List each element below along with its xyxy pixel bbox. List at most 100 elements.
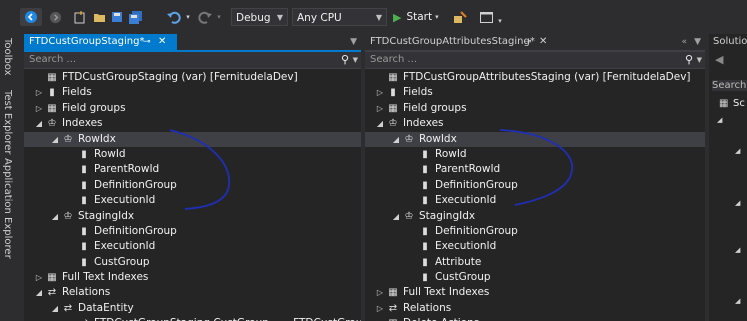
expand-icon[interactable]: ▷ (375, 316, 385, 321)
tree-node[interactable]: ▦ FTDCustGroupAttributesStaging (var) [Fe… (365, 70, 705, 85)
collapse-icon[interactable]: ◢ (50, 209, 60, 224)
close-icon[interactable]: ✕ (539, 34, 547, 50)
tree-node[interactable]: ▮ DefinitionGroup (365, 178, 705, 193)
tree-node[interactable]: ▮ RowId (24, 147, 361, 162)
tree-node[interactable]: ▮ ExecutionId (24, 239, 361, 254)
expand-icon[interactable]: ▷ (375, 101, 385, 116)
tree-node[interactable]: ◢ ♔ Indexes (24, 116, 361, 131)
tree-node[interactable]: ▮ CustGroup (365, 270, 705, 285)
tree-node[interactable]: ▷ ⇄ Relations (365, 301, 705, 316)
platform-select[interactable]: Any CPU ▼ (292, 8, 387, 26)
node-type-icon: ▮ (49, 87, 55, 99)
start-button[interactable]: ▶ Start ▾ (393, 8, 445, 26)
tree-node[interactable]: ◢ ⇄ DataEntity (24, 301, 361, 316)
right-search-box[interactable]: Search ... ⚲ ▼ (365, 52, 705, 69)
search-icon[interactable]: ⚲ (341, 53, 349, 66)
expand-icon[interactable]: ◢ (735, 246, 740, 254)
tree-node[interactable]: ▮ ExecutionId (365, 239, 705, 254)
collapse-icon[interactable]: ◢ (50, 301, 60, 316)
tree-node[interactable]: ◢ ⇄ Relations (24, 285, 361, 300)
tree-node[interactable]: ▮ Attribute (365, 255, 705, 270)
search-input[interactable]: Search ... (29, 53, 76, 67)
expand-icon[interactable]: ◢ (735, 297, 740, 305)
collapse-icon[interactable]: ◢ (50, 132, 60, 147)
tree-node[interactable]: ▮ DefinitionGroup (365, 224, 705, 239)
tree-node[interactable]: ▮ RowId (365, 147, 705, 162)
new-project-icon[interactable] (73, 8, 87, 26)
node-type-icon: ▦ (47, 272, 57, 284)
close-icon[interactable]: ✕ (158, 34, 166, 50)
solution-explorer-title[interactable]: Solutio (713, 36, 747, 47)
tree-node[interactable]: ⇄ FTDCustGroupStaging.CustGroup == FTDCus… (24, 316, 361, 321)
tree-node[interactable]: ▷ ▦ Full Text Indexes (365, 285, 705, 300)
pin-icon[interactable]: ⊸ (143, 34, 151, 50)
solution-search[interactable]: Search (712, 80, 747, 91)
tree-node[interactable]: ◢ ♔ StagingIdx (24, 209, 361, 224)
tree-node[interactable]: ▮ DefinitionGroup (24, 224, 361, 239)
node-type-icon: ▮ (81, 256, 87, 268)
back-icon[interactable]: ◀ (715, 53, 723, 66)
tree-node[interactable]: ▷ ▦ Field groups (24, 101, 361, 116)
side-tab-toolbox[interactable]: Toolbox (2, 38, 13, 76)
tree-node[interactable]: ▷▦ Delete Actions (365, 316, 705, 321)
tree-node[interactable]: ▮ ExecutionId (365, 193, 705, 208)
tab-list-dropdown-icon[interactable]: ▼ (694, 34, 701, 50)
search-icon[interactable]: ⚲ (685, 53, 693, 66)
tree-node[interactable]: ▦ FTDCustGroupStaging (var) [FernitudelaD… (24, 70, 361, 85)
open-icon[interactable] (92, 8, 106, 26)
collapse-icon[interactable]: ◢ (34, 116, 44, 131)
tree-node[interactable]: ▮ ParentRowId (365, 162, 705, 177)
tree-node[interactable]: ▷ ▦ Full Text Indexes (24, 270, 361, 285)
tree-node[interactable]: ▷ ▮ Fields (365, 85, 705, 100)
tab-list-dropdown-icon[interactable]: ▼ (350, 34, 357, 50)
expand-icon[interactable]: ▷ (34, 270, 44, 285)
chevron-down-icon[interactable]: ▼ (353, 53, 358, 67)
tab-ftdcustgroupattributesstaging[interactable]: FTDCustGroupAttributesStaging* ⊸ ✕ (365, 34, 556, 50)
toolbar-overflow-icon[interactable]: ▾ (496, 12, 504, 30)
tree-node[interactable]: ◢ ♔ RowIdx (365, 131, 705, 147)
redo-icon[interactable] (197, 8, 213, 26)
window-icon[interactable] (478, 8, 494, 26)
collapse-icon[interactable]: ◢ (391, 209, 401, 224)
chevron-down-icon[interactable]: ▼ (697, 53, 702, 67)
collapse-icon[interactable]: ◢ (375, 116, 385, 131)
redo-dropdown-icon[interactable]: ▾ (215, 8, 223, 26)
collapse-icon[interactable]: ◢ (391, 132, 401, 147)
expand-icon[interactable]: ◢ (735, 147, 740, 155)
scroll-tabs-icon[interactable]: « (681, 34, 687, 50)
tree-node[interactable]: ▮ ParentRowId (24, 162, 361, 177)
tab-ftdcustgroupstaging[interactable]: FTDCustGroupStaging* ⊸ ✕ (24, 34, 177, 50)
pin-icon[interactable]: ⊸ (524, 34, 532, 50)
search-input[interactable]: Search ... (370, 53, 417, 67)
expand-icon[interactable]: ◢ (735, 199, 740, 207)
expand-icon[interactable]: ▷ (375, 285, 385, 300)
tree-node[interactable]: ▷ ▮ Fields (24, 85, 361, 100)
side-tab-test-explorer[interactable]: Test Explorer (2, 90, 13, 155)
config-select[interactable]: Debug ▼ (231, 8, 288, 26)
tree-node-label: FTDCustGroupStaging.CustGroup == FTDCust… (94, 316, 361, 321)
left-search-box[interactable]: Search ... ⚲ ▼ (24, 52, 361, 69)
tree-node[interactable]: ◢ ♔ Indexes (365, 116, 705, 131)
tree-node[interactable]: ▷ ▦ Field groups (365, 101, 705, 116)
node-type-icon: ▦ (387, 316, 399, 321)
nav-back-icon[interactable] (20, 8, 42, 26)
tree-node[interactable]: ◢ ♔ StagingIdx (365, 209, 705, 224)
collapse-icon[interactable]: ◢ (34, 285, 44, 300)
save-icon[interactable] (110, 8, 124, 26)
tree-node[interactable]: ▮ DefinitionGroup (24, 178, 361, 193)
solution-item[interactable]: Sc (733, 98, 745, 109)
expand-icon[interactable]: ▷ (375, 85, 385, 100)
expand-icon[interactable]: ▷ (34, 101, 44, 116)
expand-icon[interactable]: ◢ (717, 116, 722, 124)
tree-node[interactable]: ◢ ♔ RowIdx (24, 131, 361, 147)
undo-icon[interactable] (166, 8, 182, 26)
undo-dropdown-icon[interactable]: ▾ (184, 8, 192, 26)
nav-forward-icon[interactable] (47, 8, 63, 26)
tree-node[interactable]: ▮ ExecutionId (24, 193, 361, 208)
expand-icon[interactable]: ▷ (34, 85, 44, 100)
side-tab-application-explorer[interactable]: Application Explorer (2, 158, 13, 259)
tree-node[interactable]: ▮ CustGroup (24, 255, 361, 270)
save-all-icon[interactable] (128, 8, 144, 26)
find-icon[interactable] (452, 8, 468, 26)
expand-icon[interactable]: ▷ (375, 301, 385, 316)
